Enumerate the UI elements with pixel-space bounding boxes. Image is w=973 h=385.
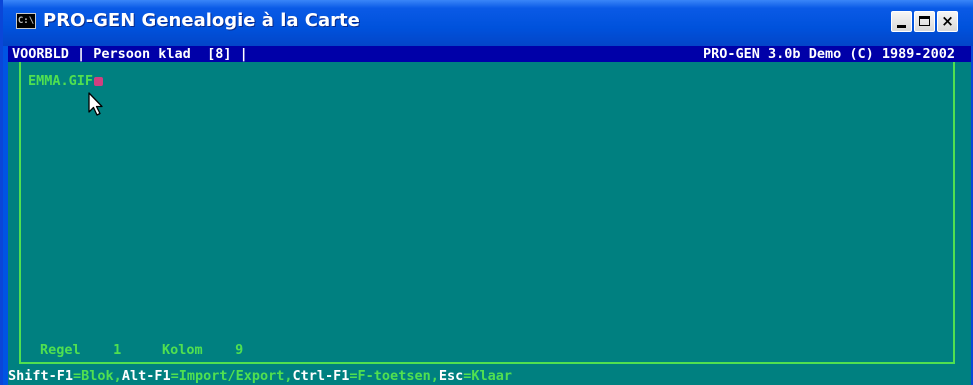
kolom-value: 9 bbox=[235, 342, 244, 358]
shortcut-desc: =Klaar bbox=[463, 368, 512, 384]
shortcut-desc: =F-toetsen, bbox=[349, 368, 439, 384]
shortcut-key[interactable]: Ctrl-F1 bbox=[293, 368, 350, 384]
mouse-pointer-icon bbox=[88, 92, 103, 116]
window-title: PRO-GEN Genealogie à la Carte bbox=[43, 10, 360, 31]
regel-label: Regel bbox=[40, 342, 81, 358]
close-button[interactable]: × bbox=[937, 11, 958, 32]
status-bar: VOORBLD | Persoon klad [8] | PRO-GEN 3.0… bbox=[8, 46, 971, 62]
console-window: C:\ PRO-GEN Genealogie à la Carte × VOOR… bbox=[0, 0, 973, 385]
minimize-icon bbox=[897, 25, 906, 28]
shortcut-desc: =Import/Export, bbox=[170, 368, 293, 384]
editor-text: EMMA.GIF bbox=[28, 73, 94, 89]
editor-text-line[interactable]: EMMA.GIF bbox=[28, 73, 104, 89]
maximize-icon bbox=[919, 16, 930, 26]
shortcut-desc: =Blok, bbox=[73, 368, 122, 384]
shortcut-key[interactable]: Shift-F1 bbox=[8, 368, 73, 384]
shortcut-key[interactable]: Alt-F1 bbox=[122, 368, 171, 384]
shortcut-key[interactable]: Esc bbox=[439, 368, 463, 384]
status-right-text: PRO-GEN 3.0b Demo (C) 1989-2002 bbox=[703, 46, 955, 62]
function-key-bar: Shift-F1=Blok,Alt-F1=Import/Export,Ctrl-… bbox=[8, 368, 971, 385]
cursor-position: Regel 1 Kolom 9 bbox=[40, 342, 243, 358]
text-cursor bbox=[94, 76, 104, 86]
kolom-label: Kolom bbox=[161, 342, 203, 358]
minimize-button[interactable] bbox=[891, 11, 912, 32]
editor-frame bbox=[19, 62, 955, 364]
maximize-button[interactable] bbox=[914, 11, 935, 32]
close-icon: × bbox=[941, 12, 954, 30]
console-icon[interactable]: C:\ bbox=[16, 13, 36, 29]
console-area[interactable]: VOORBLD | Persoon klad [8] | PRO-GEN 3.0… bbox=[8, 46, 971, 385]
title-bar[interactable]: C:\ PRO-GEN Genealogie à la Carte × bbox=[3, 0, 973, 46]
status-left-text: VOORBLD | Persoon klad [8] | bbox=[12, 46, 248, 62]
